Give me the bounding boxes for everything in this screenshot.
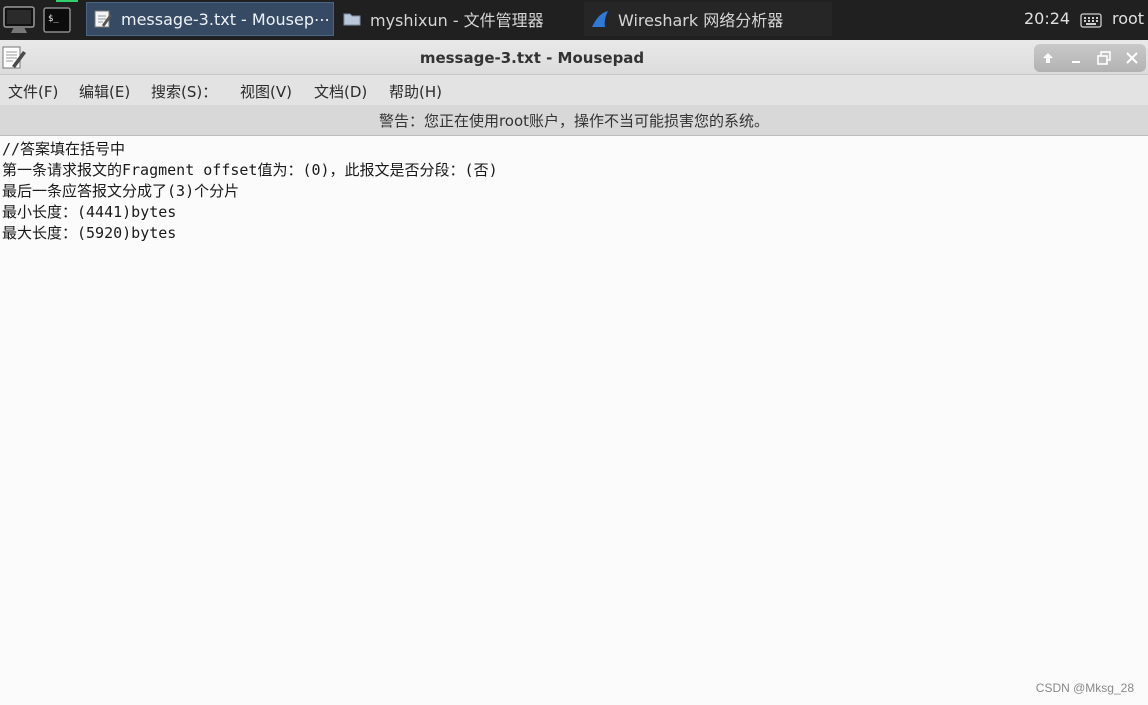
menu-edit[interactable]: 编辑(E)	[79, 81, 130, 102]
terminal-icon[interactable]: $_	[42, 6, 72, 34]
text-line[interactable]: //答案填在括号中	[2, 139, 125, 160]
text-line[interactable]: 第一条请求报文的Fragment offset值为：(0)，此报文是否分段：(否…	[2, 160, 498, 181]
wireshark-fin-icon	[590, 9, 610, 29]
text-line[interactable]: 最小长度：(4441)bytes	[2, 202, 176, 223]
top-panel: $_ message-3.txt - Mousep⋯ myshixun - 文件…	[0, 0, 1148, 40]
window-up-icon[interactable]	[1038, 48, 1058, 68]
workspace-indicator	[56, 0, 78, 2]
menu-file[interactable]: 文件(F)	[8, 81, 58, 102]
task-file-manager[interactable]: myshixun - 文件管理器	[336, 2, 580, 36]
text-line[interactable]: 最后一条应答报文分成了(3)个分片	[2, 181, 239, 202]
text-editor-icon	[93, 9, 113, 29]
menu-bar: 文件(F) 编辑(E) 搜索(S)： 视图(V) 文档(D) 帮助(H)	[0, 75, 1148, 105]
menu-view[interactable]: 视图(V)	[240, 81, 292, 102]
close-icon[interactable]	[1122, 48, 1142, 68]
svg-text:$_: $_	[48, 14, 59, 24]
text-editor-area[interactable]: //答案填在括号中 第一条请求报文的Fragment offset值为：(0)，…	[0, 137, 1148, 705]
clock[interactable]: 20:24	[1024, 9, 1070, 28]
keyboard-icon[interactable]	[1080, 10, 1102, 30]
task-mousepad[interactable]: message-3.txt - Mousep⋯	[86, 2, 334, 36]
folder-icon	[342, 9, 362, 29]
task-label: message-3.txt - Mousep⋯	[121, 9, 330, 29]
menu-document[interactable]: 文档(D)	[314, 81, 367, 102]
show-desktop-icon[interactable]	[0, 4, 38, 36]
root-warning-bar: 警告：您正在使用root账户，操作不当可能损害您的系统。	[0, 105, 1148, 136]
menu-help[interactable]: 帮助(H)	[389, 81, 442, 102]
window-title: message-3.txt - Mousepad	[419, 49, 645, 67]
root-warning-text: 警告：您正在使用root账户，操作不当可能损害您的系统。	[378, 112, 770, 130]
user-menu[interactable]: root	[1112, 9, 1144, 28]
task-label: myshixun - 文件管理器	[370, 11, 544, 30]
csdn-watermark: CSDN @Mksg_28	[1035, 681, 1134, 695]
window-titlebar[interactable]: message-3.txt - Mousepad	[0, 40, 1148, 75]
task-wireshark[interactable]: Wireshark 网络分析器	[584, 2, 832, 36]
text-line[interactable]: 最大长度：(5920)bytes	[2, 223, 176, 244]
window-controls	[1034, 44, 1146, 72]
restore-icon[interactable]	[1094, 48, 1114, 68]
menu-search[interactable]: 搜索(S)：	[151, 81, 217, 102]
task-label: Wireshark 网络分析器	[618, 11, 784, 30]
minimize-icon[interactable]	[1066, 48, 1086, 68]
